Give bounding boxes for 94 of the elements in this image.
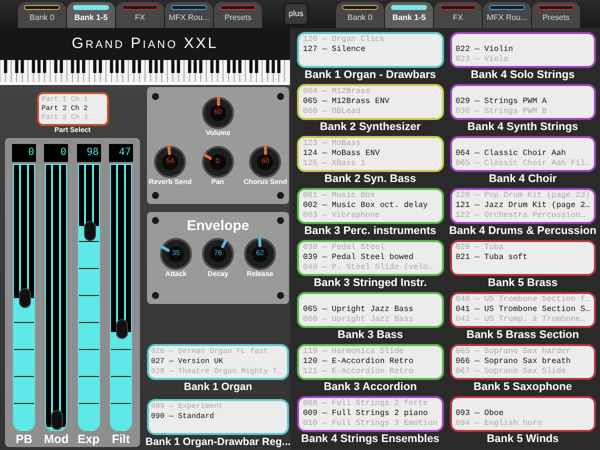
knob-pointer — [217, 96, 220, 106]
fader-label: Exp — [78, 431, 100, 447]
knob-pointer — [220, 238, 228, 249]
bank-label: Bank 4 Strings Ensembles — [301, 432, 440, 446]
tab[interactable]: MFX Rou... — [483, 2, 531, 28]
tab[interactable]: Presets — [532, 2, 580, 28]
fader-label: Mod — [44, 431, 69, 447]
fader-value: 0 — [44, 144, 68, 162]
program-item[interactable]: 066 — Soprano Sax breath — [456, 357, 590, 367]
tab[interactable]: Bank 0 — [18, 2, 66, 28]
screw-icon — [152, 217, 159, 224]
fader-value: 98 — [76, 144, 101, 162]
envelope-title: Envelope — [186, 216, 250, 234]
screw-icon — [277, 217, 284, 224]
fader-thumb[interactable] — [116, 319, 128, 340]
program-picker[interactable]: 119 — Harmonica Slide 120 — E-Accordion Retro 121 — E-Accordion Retro — [297, 344, 444, 380]
program-item[interactable]: 065 — M12Brass ENV — [303, 97, 438, 107]
fader-value: 0 — [12, 144, 36, 162]
screw-icon — [152, 292, 159, 299]
screw-icon — [277, 93, 284, 100]
tab[interactable]: Bank 1-5 — [67, 2, 115, 28]
program-picker[interactable]: 093 — Oboe 094 — English horn — [450, 396, 596, 432]
screw-icon — [152, 192, 159, 199]
knob-pointer — [160, 244, 170, 252]
program-item[interactable]: 002 — Music Box oct. delay — [303, 201, 438, 211]
program-picker[interactable]: 008 — Full Strings 2 forte 009 — Full Strings 2 piano 010 — Full Strings 3 Emotion — [297, 396, 444, 432]
program-picker[interactable]: 001 — Music Box 002 — Music Box oct. delay 003 — Vibraphone — [297, 188, 444, 224]
bank-label: Bank 2 Synthesizer — [320, 120, 421, 134]
program-item[interactable]: 120 — E-Accordion Retro — [303, 357, 438, 367]
bank-label: Bank 4 Synth Strings — [467, 120, 578, 134]
tab[interactable]: FX — [116, 2, 164, 28]
knob-pointer — [167, 144, 172, 156]
program-picker[interactable]: 029 — Strings PWM A 030 — Strings PWM B — [450, 84, 596, 120]
tab[interactable]: Bank 0 — [336, 2, 384, 28]
bank-label: Bank 5 Brass — [488, 276, 558, 290]
screw-icon — [277, 192, 284, 199]
fader-track[interactable] — [110, 164, 132, 431]
program-picker[interactable]: 065 — Soprano Sax harder 066 — Soprano Sax breath 067 — Soprano Sax Slide — [450, 344, 596, 380]
instrument-title: Grand Piano XXL — [0, 28, 290, 60]
tab[interactable]: FX — [434, 2, 482, 28]
keyboard-drawing[interactable] — [0, 60, 290, 82]
fader-thumb[interactable] — [51, 410, 64, 430]
program-item[interactable]: 041 — US Trombone Section S… — [456, 305, 590, 315]
program-picker[interactable]: 064 — M12Brass 065 — M12Brass ENV 066 — OBLead — [297, 84, 444, 120]
fader-label: Filt — [112, 431, 130, 447]
bank-label: Bank 4 Choir — [488, 172, 557, 186]
program-picker[interactable]: 064 — Classic Choir Aah 065 — Classic Choir Aah Fil… — [450, 136, 596, 172]
screw-icon — [152, 93, 159, 100]
program-item[interactable]: 009 — Full Strings 2 piano — [303, 409, 438, 419]
program-picker[interactable]: 126 — Organ Click 127 — Silence — [297, 32, 444, 68]
program-item[interactable]: 093 — Oboe — [456, 409, 590, 419]
fader-value: 47 — [108, 144, 133, 162]
fader-label: PB — [16, 431, 32, 447]
program-picker[interactable]: 065 — Upright Jazz Bass 066 — Upright Jazz Bass — [297, 292, 444, 328]
program-picker[interactable]: 022 — Violin 023 — Viola — [450, 32, 596, 68]
bank-label: Bank 5 Saxophone — [474, 380, 572, 394]
program-item[interactable]: 039 — Pedal Steel bowed — [303, 253, 438, 263]
fader-track[interactable] — [78, 164, 100, 431]
program-item[interactable]: 121 — Jazz Drum Kit (page 2… — [456, 201, 590, 211]
bank-label: Bank 3 Stringed Instr. — [314, 276, 427, 290]
program-item[interactable]: 021 — Tuba soft — [456, 253, 590, 263]
bank-label: Bank 4 Drums & Percussion — [449, 224, 596, 238]
program-item[interactable]: 065 — Upright Jazz Bass — [303, 305, 438, 315]
bank-label: Bank 1 Organ - Drawbars — [304, 68, 436, 82]
bank-label: Bank 4 Solo Strings — [470, 68, 575, 82]
program-picker[interactable]: 123 — MoBass 124 — MoBass ENV 125 — XBass 1 — [297, 136, 444, 172]
program-picker[interactable]: 040 — US Trombone Section f… 041 — US Trombone Section S… 042 — US Trump. & Trombone… — [450, 292, 596, 328]
fader-track[interactable] — [13, 164, 36, 431]
knob-pointer — [258, 236, 262, 248]
screw-icon — [277, 292, 284, 299]
program-item[interactable]: 124 — MoBass ENV — [303, 149, 438, 159]
bank-label: Bank 2 Syn. Bass — [324, 172, 416, 186]
program-picker[interactable]: 020 — Tuba 021 — Tuba soft — [450, 240, 596, 276]
tab[interactable]: MFX Rou... — [165, 2, 213, 28]
tab[interactable]: Presets — [214, 2, 262, 28]
program-item[interactable]: 029 — Strings PWM A — [456, 97, 590, 107]
tab[interactable]: Bank 1-5 — [385, 2, 433, 28]
knob-pointer — [202, 152, 212, 160]
bank-label: Bank 1 Organ-Drawbar Reg... — [145, 435, 291, 450]
program-picker[interactable]: 038 — Pedal Steel 039 — Pedal Steel bowed 040 — P. Steel Slide (velo… — [297, 240, 444, 276]
bank-label: Bank 1 Organ — [184, 380, 252, 395]
bank-label: Bank 5 Brass Section — [466, 328, 579, 342]
knob-pointer — [264, 145, 268, 155]
bank-label: Bank 5 Winds — [486, 432, 559, 446]
bank-label: Bank 3 Perc. instruments — [304, 224, 436, 238]
plus-button[interactable]: plus — [284, 3, 308, 25]
program-item[interactable]: 064 — Classic Choir Aah — [456, 149, 590, 159]
fader-track[interactable] — [45, 164, 68, 431]
fader-thumb[interactable] — [19, 288, 32, 308]
bank-label: Bank 3 Bass — [338, 328, 403, 342]
program-picker[interactable]: 120 — Pop Drum Kit (page 23) 121 — Jazz Drum Kit (page 2… 122 — Orchestra Percussion… — [450, 188, 596, 224]
program-item[interactable]: 022 — Violin — [456, 45, 590, 55]
program-item[interactable]: 127 — Silence — [303, 45, 438, 55]
bank-label: Bank 3 Accordion — [324, 380, 417, 394]
